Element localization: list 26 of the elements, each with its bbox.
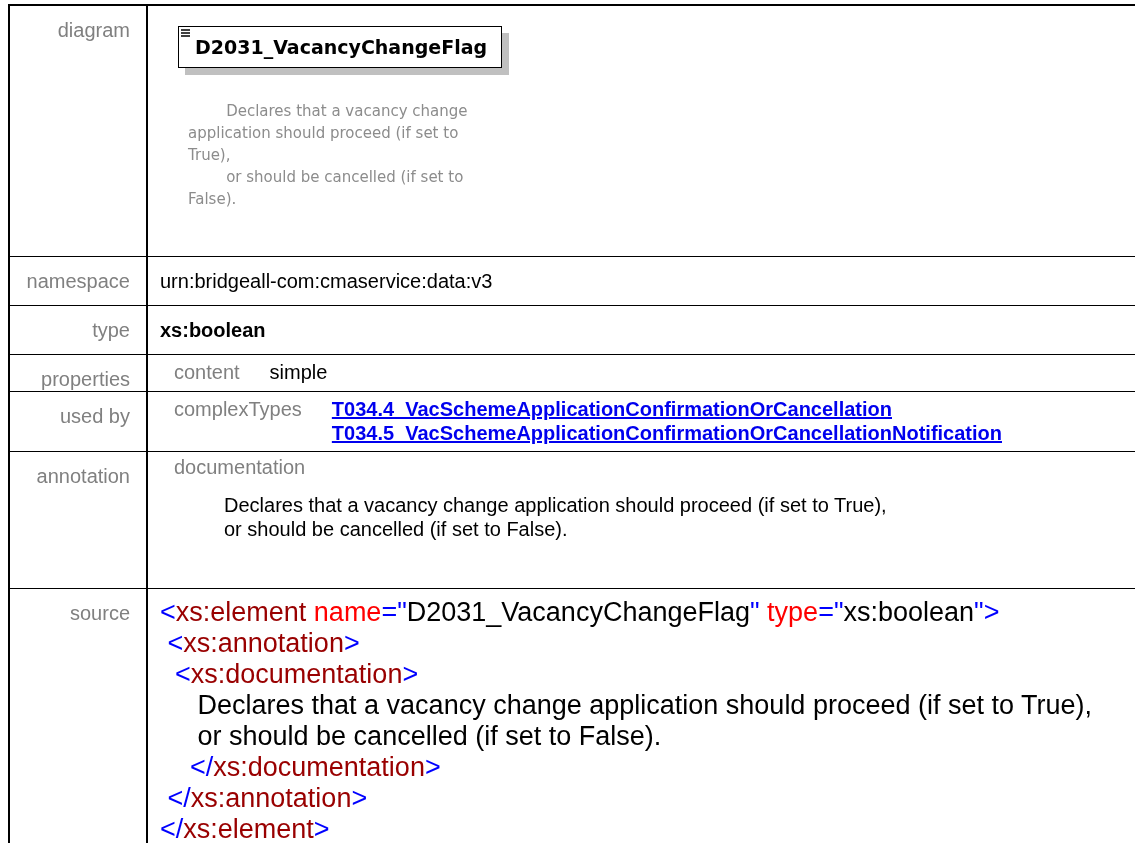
source-line: </xs:element> [160,814,331,843]
source-line: or should be cancelled (if set to False). [196,721,663,752]
property-key: documentation [174,456,306,478]
row-label: properties [41,367,130,391]
row-label: source [69,601,130,625]
source-line: <xs:documentation> [174,659,420,690]
type-value: xs:boolean [160,319,266,341]
documentation-text: Declares that a vacancy change application should proceed (if set to True), or should be cancelled (if set to False). [224,493,888,541]
source-line: </xs:documentation> [189,752,442,783]
source-line: <xs:element name="D2031_VacancyChangeFlag" type="xs:boolean"> [160,597,1001,628]
row-label: diagram [57,18,130,42]
diagram-documentation: Declares that a vacancy change application should proceed (if set to True), or should be cancelled (if set to False). [188,101,469,210]
property-key: complexTypes [174,397,302,445]
lines-icon [181,29,190,37]
row-label: namespace [26,269,130,293]
source-line: <xs:annotation> [166,628,361,659]
row-label: used by [59,404,130,428]
source-line: </xs:annotation> [166,783,369,814]
type-link[interactable]: T034.4_VacSchemeApplicationConfirmationOrCancellation [331,397,1002,421]
type-link[interactable]: T034.5_VacSchemeApplicationConfirmationOrCancellationNotification [331,421,1002,445]
property-key: content [174,360,240,385]
source-line: Declares that a vacancy change application should proceed (if set to True), [196,690,1093,721]
namespace-value: urn:bridgeall-com:cmaservice:data:v3 [160,270,493,292]
row-label: type [92,318,130,342]
row-label: annotation [36,464,130,488]
property-value: simple [269,360,328,385]
